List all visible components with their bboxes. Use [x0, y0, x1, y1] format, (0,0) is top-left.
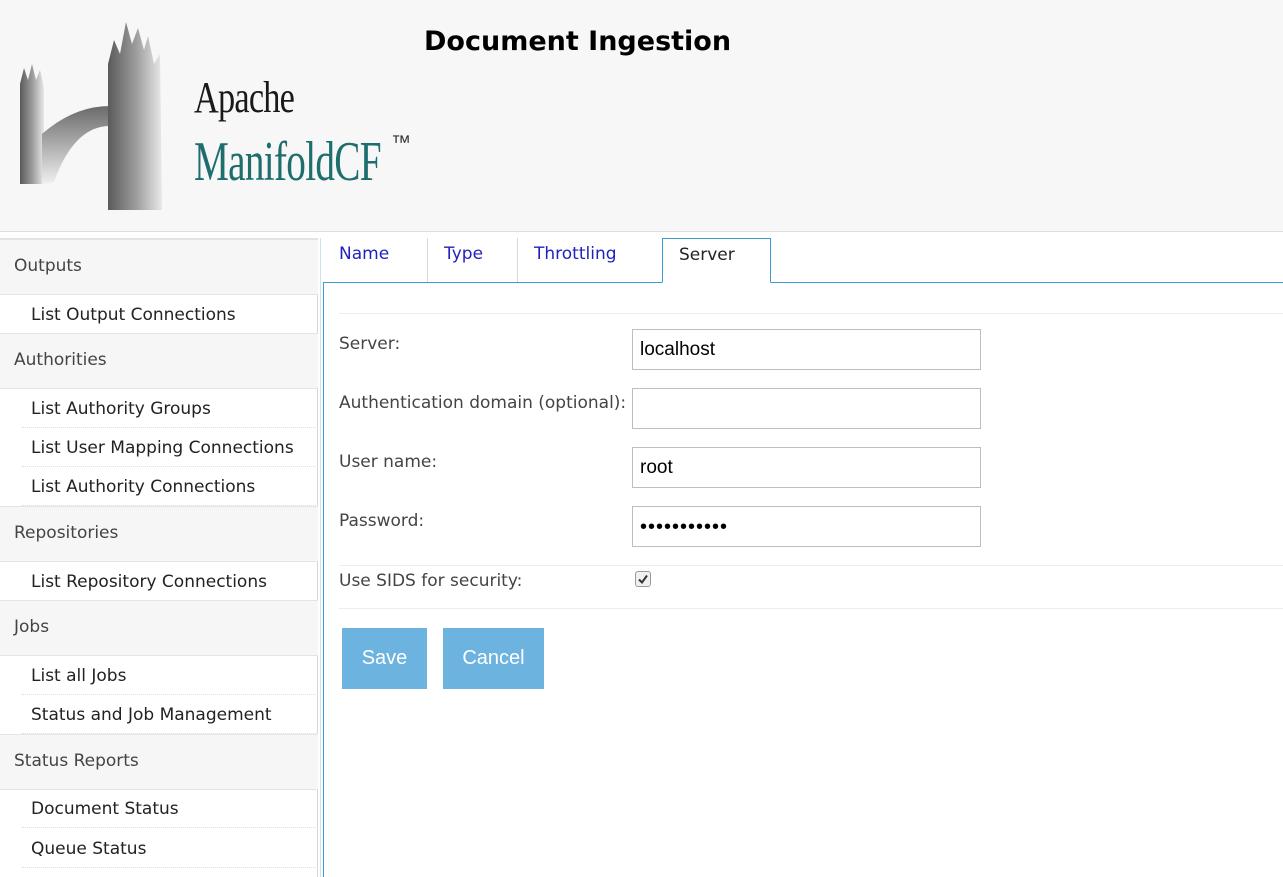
password-label: Password: [339, 511, 425, 531]
tab-throttling[interactable]: Throttling [518, 238, 662, 283]
server-label: Server: [339, 334, 401, 354]
nav-group-status-reports[interactable]: Status Reports [0, 734, 318, 790]
nav-item-label: Status and Job Management [31, 705, 272, 725]
save-button[interactable]: Save [342, 628, 427, 689]
row-separator [339, 313, 1283, 314]
nav-item-list-output-connections[interactable]: List Output Connections [22, 295, 318, 334]
nav-group-label: Repositories [14, 523, 119, 543]
nav-group-jobs[interactable]: Jobs [0, 600, 318, 656]
row-separator [339, 565, 1283, 566]
nav-item-label: List Output Connections [31, 305, 236, 325]
username-label: User name: [339, 452, 438, 472]
content-divider [320, 238, 321, 877]
nav-group-label: Authorities [14, 350, 107, 370]
nav-group-repositories[interactable]: Repositories [0, 506, 318, 562]
tab-server[interactable]: Server [662, 238, 771, 283]
nav-item-label: List Authority Connections [31, 477, 256, 497]
row-separator [339, 608, 1283, 609]
sids-label: Use SIDS for security: [339, 571, 523, 591]
nav-group-outputs[interactable]: Outputs [0, 239, 318, 295]
nav-item-document-status[interactable]: Document Status [22, 789, 318, 828]
nav-item-list-repository-connections[interactable]: List Repository Connections [22, 562, 318, 601]
nav-group-authorities[interactable]: Authorities [0, 333, 318, 389]
cancel-button[interactable]: Cancel [443, 628, 544, 689]
nav-item-list-user-mapping-connections[interactable]: List User Mapping Connections [22, 428, 318, 467]
tab-label: Name [339, 244, 390, 264]
page-title: Document Ingestion [424, 26, 732, 57]
tab-label: Server [679, 245, 735, 265]
nav-item-list-authority-connections[interactable]: List Authority Connections [22, 467, 318, 506]
tab-label: Throttling [534, 244, 617, 264]
server-input[interactable]: localhost [632, 329, 981, 370]
password-input[interactable]: ••••••••••• [632, 506, 981, 547]
username-input[interactable]: root [632, 447, 981, 488]
sidebar-nav: Outputs List Output Connections Authorit… [0, 238, 318, 877]
nav-item-label: Queue Status [31, 839, 147, 859]
nav-item-label: Document Status [31, 799, 179, 819]
nav-item-list-all-jobs[interactable]: List all Jobs [22, 656, 318, 695]
bridge-tower-icon [20, 22, 162, 210]
nav-item-label: List Repository Connections [31, 572, 267, 592]
page-header: Apache ManifoldCF ™ Document Ingestion [0, 0, 1283, 232]
nav-group-label: Status Reports [14, 751, 139, 771]
nav-group-label: Outputs [14, 256, 82, 276]
tab-label: Type [444, 244, 484, 264]
tab-name[interactable]: Name [323, 238, 428, 283]
nav-item-queue-status[interactable]: Queue Status [22, 829, 318, 868]
logo-manifoldcf-text: ManifoldCF [194, 131, 382, 193]
nav-item-list-authority-groups[interactable]: List Authority Groups [22, 389, 318, 428]
tab-bar: Name Type Throttling Server [323, 238, 1283, 283]
tab-type[interactable]: Type [428, 238, 518, 283]
logo-trademark: ™ [391, 132, 411, 154]
manifoldcf-logo: Apache ManifoldCF ™ [14, 14, 414, 214]
sids-checkbox[interactable] [635, 571, 651, 587]
nav-item-status-and-job-management[interactable]: Status and Job Management [22, 695, 318, 734]
domain-input[interactable] [632, 388, 981, 429]
nav-group-label: Jobs [14, 617, 50, 637]
nav-item-label: List User Mapping Connections [31, 438, 294, 458]
logo-apache-text: Apache [194, 73, 295, 122]
nav-item-label: List all Jobs [31, 666, 127, 686]
checkmark-icon [638, 574, 648, 585]
domain-label: Authentication domain (optional): [339, 393, 627, 413]
nav-item-label: List Authority Groups [31, 399, 211, 419]
